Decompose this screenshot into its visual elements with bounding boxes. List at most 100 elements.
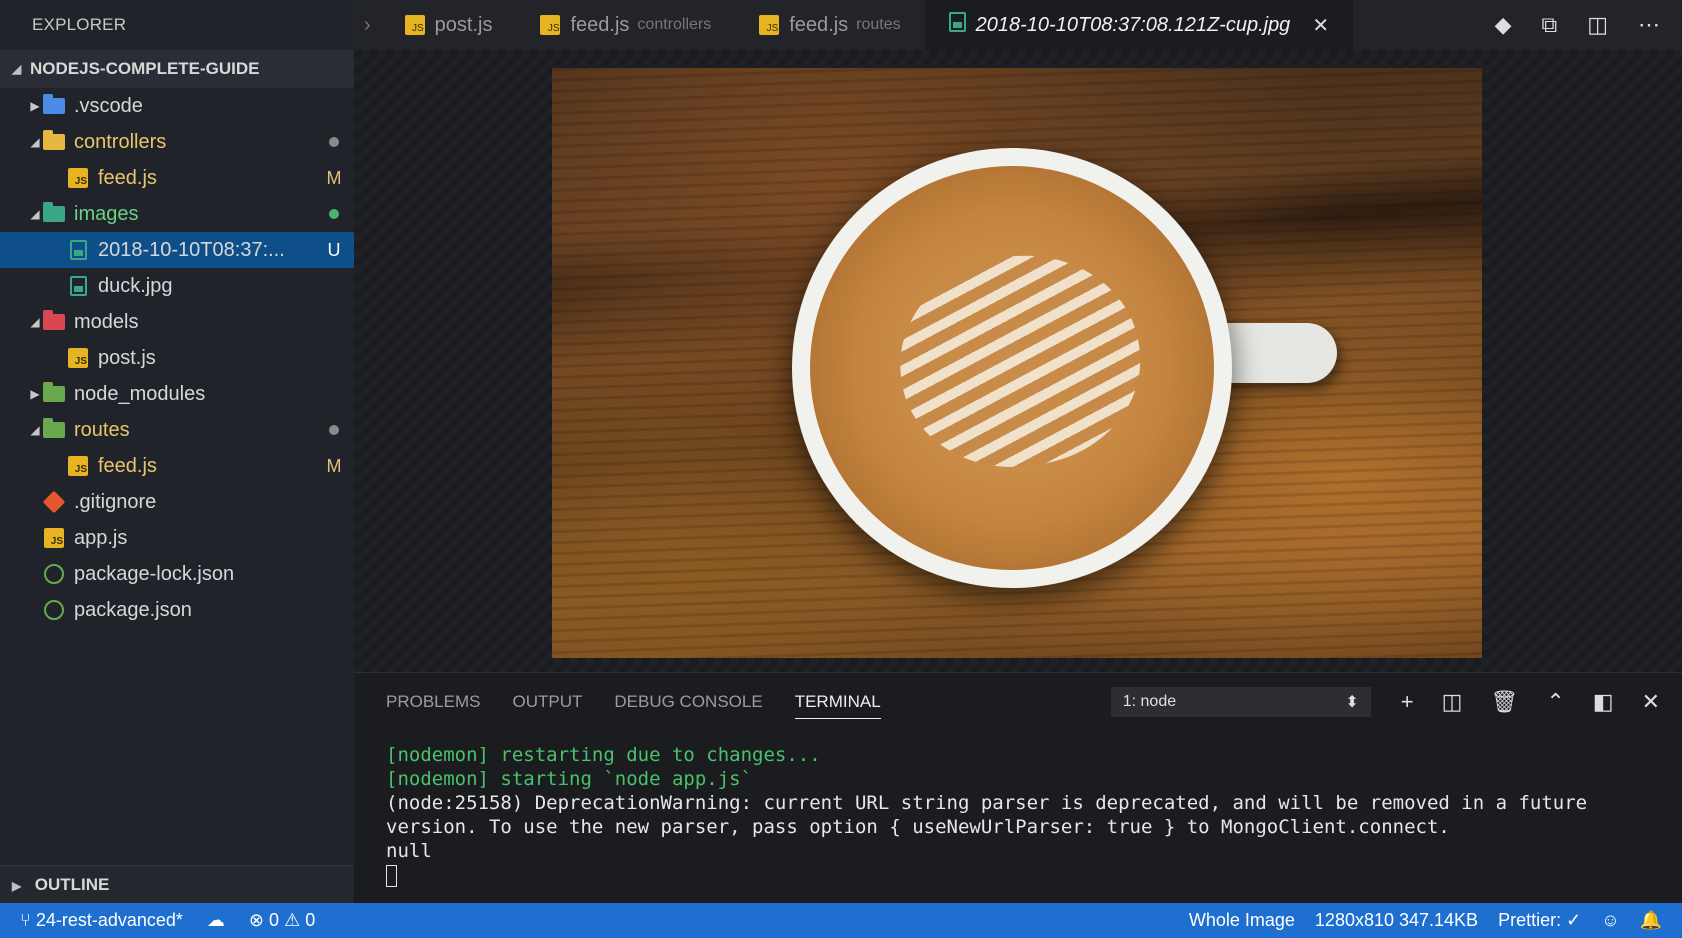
json-file-icon [42, 600, 66, 620]
tab-problems[interactable]: PROBLEMS [386, 686, 480, 718]
git-file-icon [42, 490, 66, 514]
editor-tab[interactable]: 2018-10-10T08:37:08.121Z-cup.jpg ✕ [924, 0, 1354, 50]
split-terminal-icon[interactable]: ◫ [1442, 689, 1463, 715]
tree-item[interactable]: ◢ routes [0, 412, 354, 448]
open-changes-icon[interactable]: ⧉ [1541, 12, 1557, 38]
modified-dot [314, 425, 354, 435]
tab-list: › JS post.js JS feed.js controllers JS feed.js r… [354, 0, 1354, 50]
modified-dot [314, 137, 354, 147]
tree-item[interactable]: .gitignore [0, 484, 354, 520]
chevron-right-icon: ▶ [12, 879, 22, 893]
branch-indicator[interactable]: ⑂ 24-rest-advanced* [20, 910, 183, 931]
tree-item[interactable]: ▶ node_modules [0, 376, 354, 412]
javascript-file-icon: JS [66, 456, 90, 476]
project-section-header[interactable]: ◢ NODEJS-COMPLETE-GUIDE [0, 50, 354, 88]
terminal-cursor [386, 864, 397, 887]
folder-icon [42, 202, 66, 224]
tree-item-label: images [74, 202, 139, 225]
javascript-file-icon: JS [759, 14, 780, 37]
editor-tabs: › JS post.js JS feed.js controllers JS feed.js r… [354, 0, 1682, 50]
explorer-title: EXPLORER [32, 15, 127, 34]
chevron-down-icon[interactable]: ◢ [28, 315, 42, 329]
chevron-up-icon[interactable]: ⌃ [1546, 689, 1564, 715]
error-icon: ⊗ [248, 910, 265, 930]
chevron-down-icon: ◢ [12, 62, 22, 76]
feedback-icon[interactable]: ☺ [1601, 910, 1619, 931]
git-status-badge: M [326, 455, 342, 476]
tab-hint: routes [856, 16, 901, 33]
split-editor-icon[interactable]: ◫ [1587, 12, 1608, 38]
terminal-line: [nodemon] starting `node app.js` [386, 768, 753, 790]
editor-tab[interactable]: JS post.js [381, 0, 517, 50]
prettier-status[interactable]: Prettier: ✓ [1498, 910, 1581, 931]
tree-item[interactable]: JS app.js [0, 520, 354, 556]
tree-item-label: models [74, 310, 139, 333]
tree-item[interactable]: package-lock.json [0, 556, 354, 592]
tree-item[interactable]: 2018-10-10T08:37:... U [0, 232, 354, 268]
explorer-sidebar: EXPLORER ◢ NODEJS-COMPLETE-GUIDE ▶ .vscod… [0, 0, 354, 903]
tab-terminal[interactable]: TERMINAL [794, 686, 881, 719]
editor-tab[interactable]: JS feed.js routes [735, 0, 924, 50]
zoom-status[interactable]: Whole Image [1189, 910, 1295, 931]
project-name: NODEJS-COMPLETE-GUIDE [30, 59, 260, 78]
terminal-select-value: 1: node [1122, 693, 1177, 710]
tree-item[interactable]: ▶ .vscode [0, 88, 354, 124]
tree-item[interactable]: ◢ images [0, 196, 354, 232]
bottom-panel: PROBLEMS OUTPUT DEBUG CONSOLE TERMINAL 1… [354, 672, 1682, 904]
git-status-badge: M [326, 167, 342, 188]
tab-output[interactable]: OUTPUT [512, 686, 582, 718]
folder-icon [42, 130, 66, 152]
tree-item[interactable]: package.json [0, 592, 354, 628]
tree-item-label: .gitignore [74, 490, 157, 513]
chevron-right-icon[interactable]: ▶ [28, 99, 42, 113]
panel-tabs: PROBLEMS OUTPUT DEBUG CONSOLE TERMINAL 1… [354, 673, 1682, 731]
tree-item[interactable]: ◢ controllers [0, 124, 354, 160]
tree-item-label: node_modules [74, 382, 206, 405]
modified-dot [314, 209, 354, 219]
tree-item-label: controllers [74, 130, 167, 153]
editor-tab[interactable]: JS feed.js controllers [516, 0, 735, 50]
folder-icon [42, 94, 66, 116]
tree-item[interactable]: JS post.js [0, 340, 354, 376]
panel-actions: + ◫ 🗑 ⌃ ◧ ✕ [1371, 689, 1682, 715]
image-preview-area [354, 50, 1682, 672]
terminal-line: [nodemon] restarting due to changes... [386, 744, 821, 766]
status-bar: ⑂ 24-rest-advanced* ☁ ⊗ 0 ⚠ 0 Whole Imag… [0, 903, 1682, 938]
new-terminal-icon[interactable]: + [1401, 689, 1414, 715]
tree-item[interactable]: ◢ models [0, 304, 354, 340]
warning-icon: ⚠ [284, 910, 301, 930]
more-icon[interactable]: ⋯ [1638, 12, 1660, 38]
terminal-output[interactable]: [nodemon] restarting due to changes... [n… [354, 731, 1682, 899]
sync-icon[interactable]: ☁ [207, 910, 225, 931]
tree-item[interactable]: JS feed.js M [0, 448, 354, 484]
tree-item-label: package.json [74, 598, 192, 621]
tree-item-label: 2018-10-10T08:37:... [98, 238, 285, 261]
chevron-down-icon[interactable]: ◢ [28, 207, 42, 221]
chevron-down-icon[interactable]: ◢ [28, 423, 42, 437]
folder-icon [42, 418, 66, 440]
close-icon[interactable]: ✕ [1312, 13, 1329, 38]
tree-item-label: duck.jpg [98, 274, 173, 297]
tree-item[interactable]: JS feed.js M [0, 160, 354, 196]
chevron-right-icon[interactable]: ▶ [28, 387, 42, 401]
outline-label: OUTLINE [34, 875, 110, 894]
bell-icon[interactable]: 🔔 [1640, 910, 1662, 931]
tree-item-label: package-lock.json [74, 562, 235, 585]
toggle-panel-icon[interactable]: ◧ [1593, 689, 1614, 715]
tab-debug-console[interactable]: DEBUG CONSOLE [614, 686, 762, 718]
trash-icon[interactable]: 🗑 [1490, 689, 1518, 715]
tree-item[interactable]: duck.jpg [0, 268, 354, 304]
tree-item-label: post.js [98, 346, 156, 369]
close-icon[interactable]: ✕ [1642, 689, 1660, 715]
tree-item-label: app.js [74, 526, 128, 549]
image-file-icon [948, 12, 966, 38]
tab-overflow[interactable]: › [354, 0, 381, 50]
select-arrows-icon: ⬍ [1345, 694, 1359, 711]
problems-indicator[interactable]: ⊗ 0 ⚠ 0 [249, 910, 315, 931]
tab-label: 2018-10-10T08:37:08.121Z-cup.jpg [975, 13, 1291, 36]
terminal-select[interactable]: 1: node ⬍ [1110, 687, 1371, 717]
outline-section[interactable]: ▶ OUTLINE [0, 865, 354, 903]
branch-name: 24-rest-advanced* [35, 910, 183, 930]
git-compare-icon[interactable]: ◆ [1495, 12, 1512, 38]
chevron-down-icon[interactable]: ◢ [28, 135, 42, 149]
